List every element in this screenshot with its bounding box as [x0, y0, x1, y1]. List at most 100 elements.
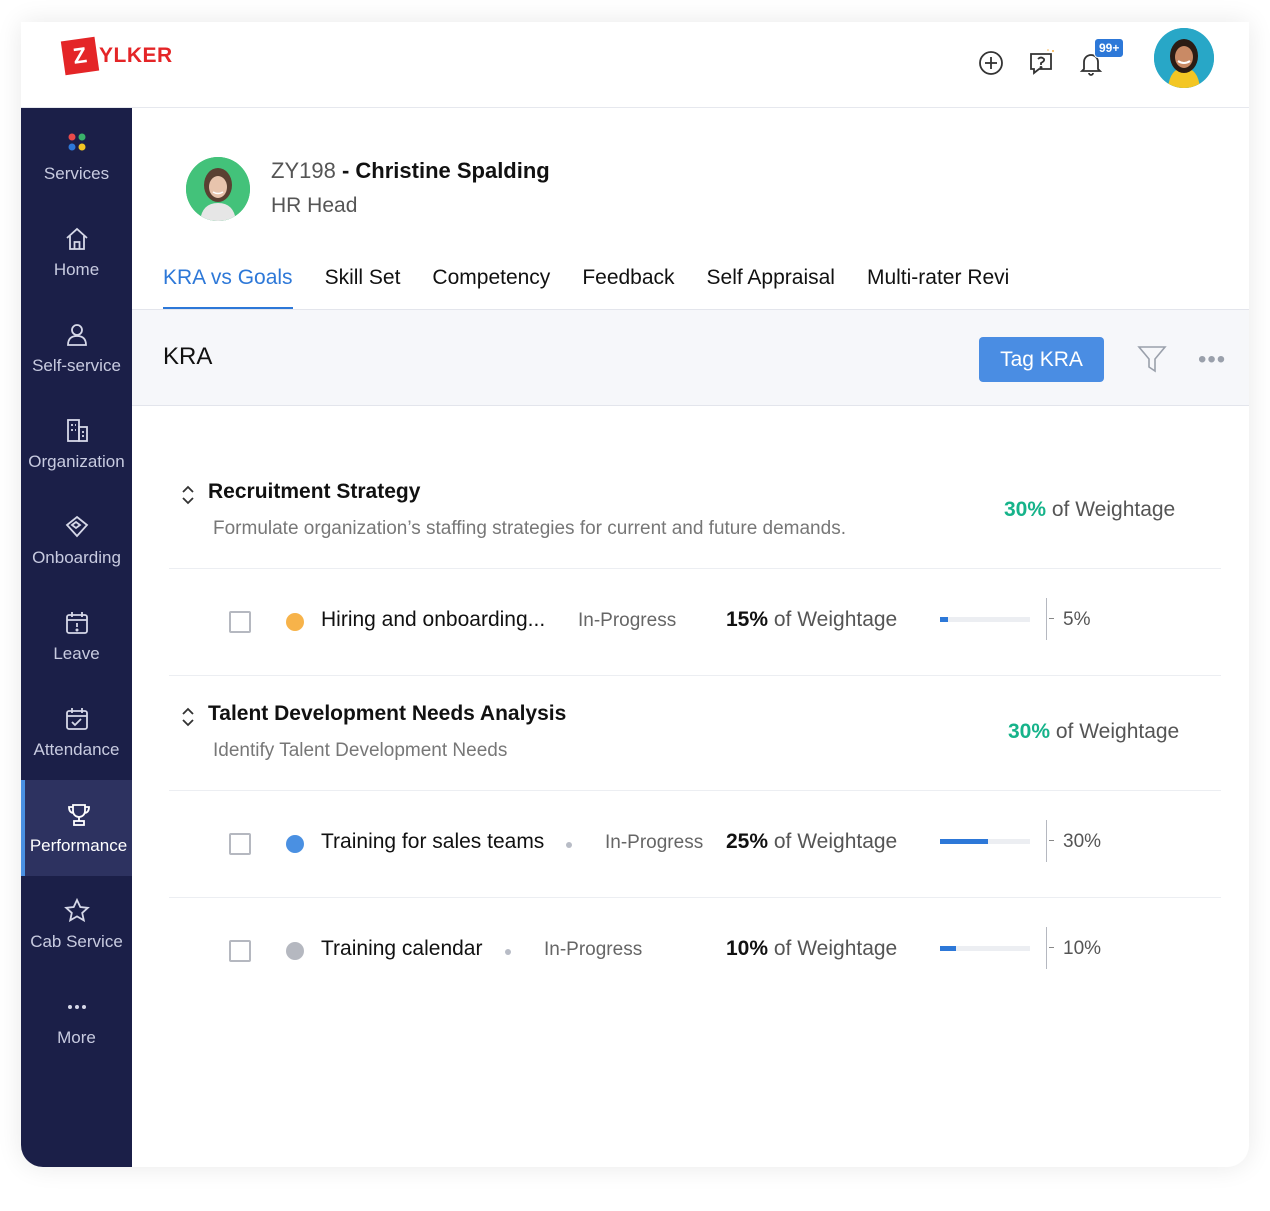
user-avatar[interactable] — [1154, 28, 1214, 88]
filter-icon[interactable] — [1136, 343, 1168, 375]
tab-self-appraisal[interactable]: Self Appraisal — [707, 254, 835, 310]
progress-dash — [1049, 947, 1054, 948]
tab-kra-vs-goals[interactable]: KRA vs Goals — [163, 254, 293, 310]
goal-status-dot — [286, 835, 304, 853]
sidebar-item-self-service[interactable]: Self-service — [21, 300, 132, 396]
sidebar-item-label: Home — [53, 260, 100, 279]
sidebar-item-label: Attendance — [33, 740, 120, 759]
sidebar-item-label: More — [57, 1028, 96, 1047]
weightage-label: of Weightage — [773, 830, 898, 853]
sidebar-item-label: Services — [43, 164, 110, 183]
goal-status-dot — [286, 942, 304, 960]
weightage-percent: 30% — [1008, 720, 1051, 743]
weightage-percent: 30% — [1004, 498, 1047, 521]
weightage-percent: 10% — [726, 937, 769, 960]
expand-collapse-icon[interactable] — [179, 706, 197, 728]
app-window: Z YLKER 99+ Services Home Self-service O… — [21, 22, 1249, 1167]
handshake-icon — [62, 512, 92, 542]
tab-competency[interactable]: Competency — [432, 254, 550, 310]
calendar-icon — [62, 608, 92, 638]
goal-progress-fill — [940, 839, 988, 844]
goal-progress-fill — [940, 617, 948, 622]
goal-progress-percent: 10% — [1063, 938, 1102, 959]
help-icon[interactable] — [1026, 48, 1056, 78]
row-divider — [169, 897, 1221, 898]
weightage-label: of Weightage — [773, 608, 898, 631]
goal-name[interactable]: Hiring and onboarding... — [321, 608, 545, 632]
tab-feedback[interactable]: Feedback — [582, 254, 674, 310]
goal-status-dot — [286, 613, 304, 631]
tab-multi-rater-review[interactable]: Multi-rater Revi — [867, 254, 1009, 310]
goal-progress-bar[interactable] — [940, 839, 1030, 844]
tag-kra-button[interactable]: Tag KRA — [979, 337, 1104, 382]
row-divider — [169, 568, 1221, 569]
sidebar: Services Home Self-service Organization … — [21, 108, 132, 1167]
sidebar-item-home[interactable]: Home — [21, 204, 132, 300]
sidebar-item-cab-service[interactable]: Cab Service — [21, 876, 132, 972]
sidebar-item-more[interactable]: More — [21, 972, 132, 1068]
kra-group-weightage: 30% of Weightage — [1004, 498, 1175, 522]
progress-divider — [1046, 927, 1047, 969]
sidebar-item-label: Leave — [53, 644, 100, 663]
separator-dot — [566, 842, 572, 848]
goal-progress-bar[interactable] — [940, 617, 1030, 622]
goal-name[interactable]: Training calendar — [321, 937, 482, 961]
more-options-icon[interactable]: ••• — [1198, 346, 1226, 374]
kra-group-title[interactable]: Talent Development Needs Analysis — [208, 702, 566, 726]
weightage-label: of Weightage — [1051, 498, 1176, 521]
goal-name[interactable]: Training for sales teams — [321, 830, 544, 854]
sidebar-item-attendance[interactable]: Attendance — [21, 684, 132, 780]
goal-progress-bar[interactable] — [940, 946, 1030, 951]
sidebar-item-label: Self-service — [32, 356, 121, 375]
goal-progress-percent: 30% — [1063, 831, 1102, 852]
star-icon — [62, 896, 92, 926]
goal-progress-percent: 5% — [1063, 609, 1091, 630]
building-icon — [62, 416, 92, 446]
kra-group-description: Formulate organization’s staffing strate… — [213, 518, 846, 539]
employee-avatar — [186, 157, 250, 221]
sidebar-item-onboarding[interactable]: Onboarding — [21, 492, 132, 588]
sidebar-item-leave[interactable]: Leave — [21, 588, 132, 684]
more-dots-icon — [62, 992, 92, 1022]
sidebar-item-label: Performance — [29, 836, 128, 855]
sidebar-item-organization[interactable]: Organization — [21, 396, 132, 492]
employee-role: HR Head — [271, 194, 358, 217]
logo-mark: Z — [60, 36, 100, 76]
goal-status: In-Progress — [605, 832, 704, 853]
tab-skill-set[interactable]: Skill Set — [325, 254, 401, 310]
weightage-label: of Weightage — [1055, 720, 1180, 743]
weightage-percent: 15% — [726, 608, 769, 631]
weightage-percent: 25% — [726, 830, 769, 853]
logo-text: YLKER — [99, 44, 173, 67]
top-bar: Z YLKER 99+ — [21, 22, 1249, 108]
goal-checkbox[interactable] — [229, 833, 251, 855]
employee-id: ZY198 — [271, 158, 336, 183]
add-icon[interactable] — [976, 48, 1006, 78]
kra-group-weightage: 30% of Weightage — [1008, 720, 1179, 744]
home-icon — [62, 224, 92, 254]
employee-name: Christine Spalding — [355, 158, 550, 183]
goal-status: In-Progress — [544, 939, 643, 960]
employee-separator: - — [335, 158, 356, 183]
row-divider — [169, 790, 1221, 791]
zylker-logo[interactable]: Z YLKER — [60, 36, 173, 76]
sidebar-item-services[interactable]: Services — [21, 108, 132, 204]
goal-checkbox[interactable] — [229, 940, 251, 962]
goal-weightage: 15% of Weightage — [726, 608, 897, 632]
progress-dash — [1049, 618, 1054, 619]
goal-weightage: 25% of Weightage — [726, 830, 897, 854]
tab-bar: KRA vs Goals Skill Set Competency Feedba… — [163, 254, 1041, 310]
row-divider — [169, 675, 1221, 676]
kra-group-title[interactable]: Recruitment Strategy — [208, 480, 420, 504]
goal-checkbox[interactable] — [229, 611, 251, 633]
sidebar-item-label: Organization — [28, 452, 125, 471]
notification-badge: 99+ — [1094, 38, 1125, 58]
expand-collapse-icon[interactable] — [179, 484, 197, 506]
goal-weightage: 10% of Weightage — [726, 937, 897, 961]
goal-row: Hiring and onboarding... In-Progress 15%… — [169, 592, 1221, 652]
goal-progress-fill — [940, 946, 956, 951]
weightage-label: of Weightage — [773, 937, 898, 960]
separator-dot — [505, 949, 511, 955]
goal-row: Training calendar In-Progress 10% of Wei… — [169, 921, 1221, 981]
sidebar-item-performance[interactable]: Performance — [21, 780, 132, 876]
